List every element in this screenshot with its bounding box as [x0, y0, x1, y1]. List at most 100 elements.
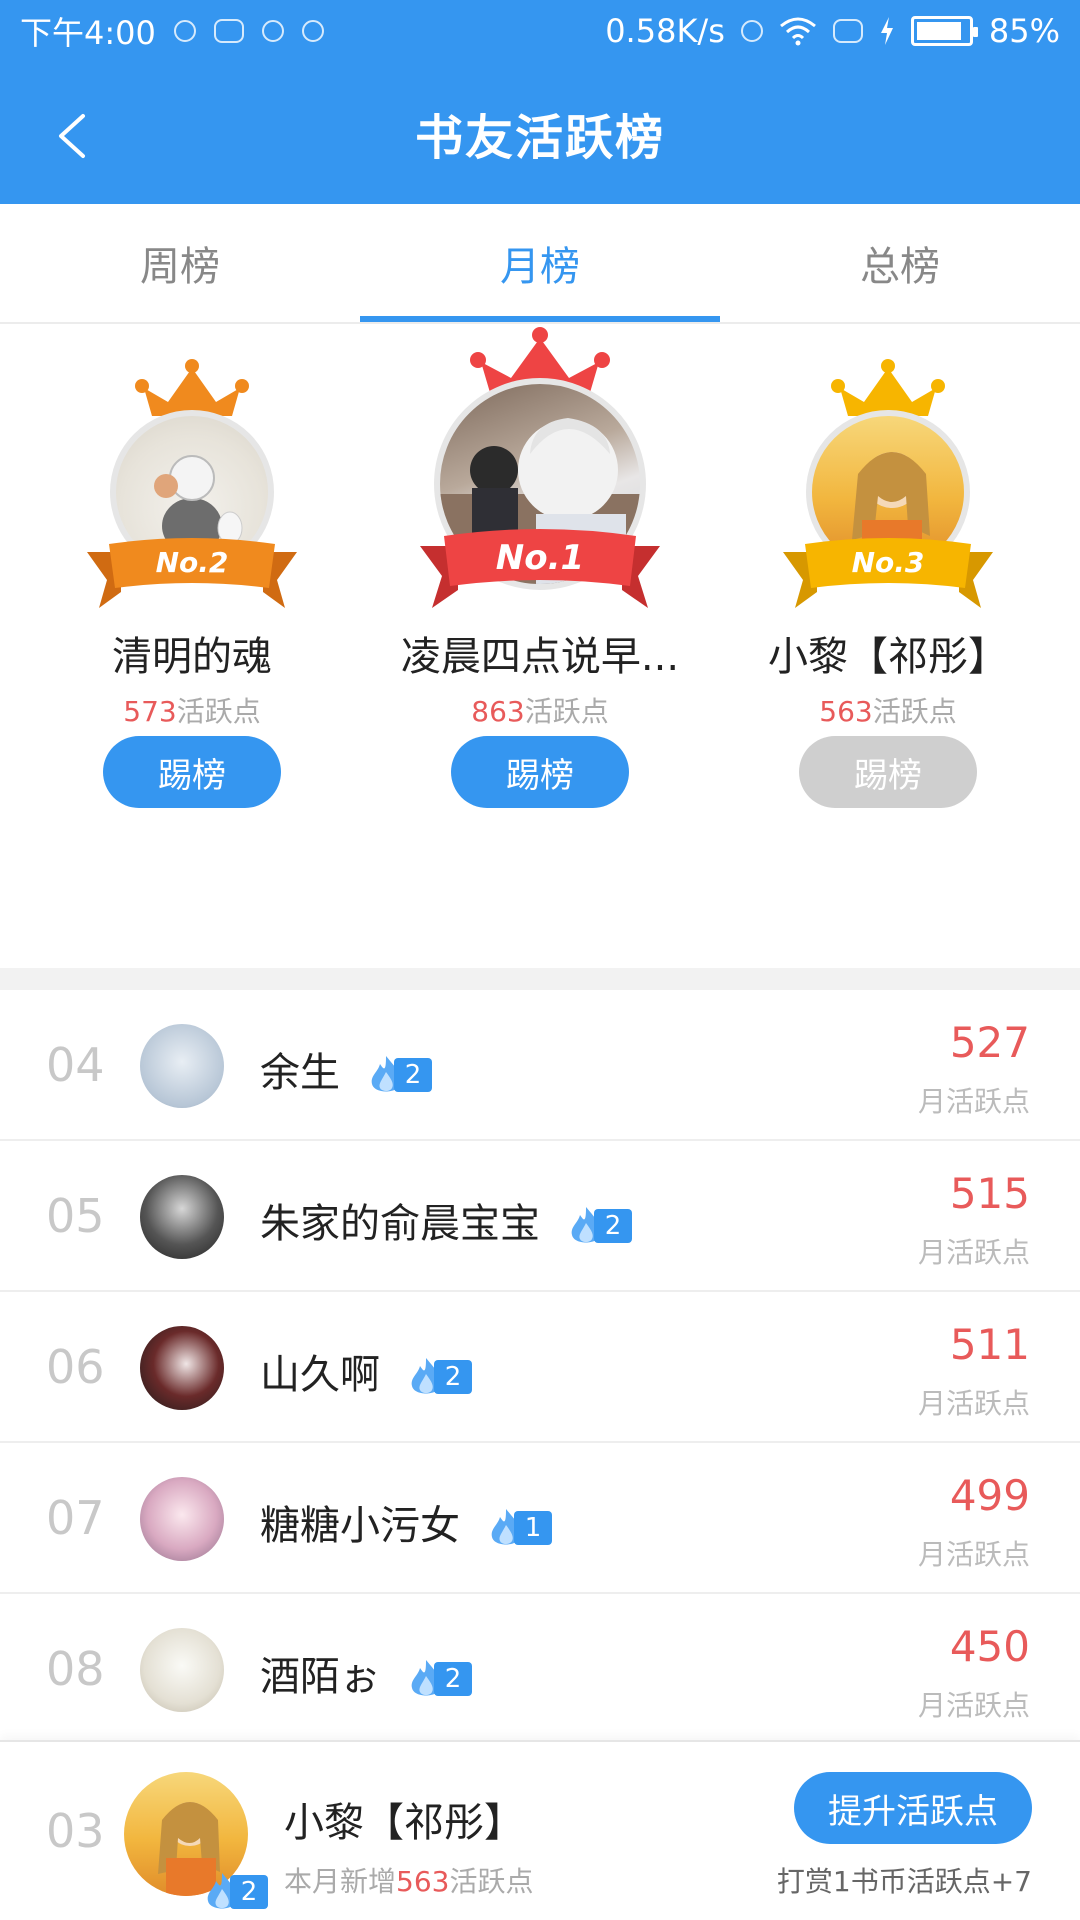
podium-points: 863活跃点 [390, 690, 690, 730]
rank-number: 05 [46, 1189, 105, 1243]
list-item[interactable]: 08 酒陌ぉ 2 450 月活跃点 [0, 1594, 1080, 1745]
section-divider [0, 968, 1080, 990]
level-number: 2 [230, 1875, 268, 1909]
rank-label: No.3 [851, 546, 925, 579]
no-sim-icon [832, 19, 863, 43]
kick-button-disabled[interactable]: 踢榜 [799, 736, 977, 808]
avatar[interactable] [140, 1024, 224, 1108]
user-name: 酒陌ぉ [260, 1654, 380, 1700]
points-suffix: 活跃点 [449, 1865, 534, 1898]
points-unit: 活跃点 [872, 695, 957, 728]
list-item[interactable]: 05 朱家的俞晨宝宝 2 515 月活跃点 [0, 1141, 1080, 1292]
back-button[interactable] [42, 106, 102, 166]
user-name: 糖糖小污女 [260, 1503, 460, 1549]
rank-number: 04 [46, 1038, 105, 1092]
list-item[interactable]: 07 糖糖小污女 1 499 月活跃点 [0, 1443, 1080, 1594]
level-badge: 1 [486, 1508, 552, 1548]
notification-icon [173, 20, 196, 42]
podium-name: 小黎【祁彤】 [768, 634, 1008, 680]
points-unit: 活跃点 [176, 695, 261, 728]
browser-icon [261, 20, 284, 42]
reward-tip: 打赏1书币活跃点+7 [776, 1865, 1032, 1898]
status-bar: 下午4:00 0.58K/s 85% [0, 0, 1080, 62]
level-badge: 2 [566, 1206, 632, 1246]
page-title: 书友活跃榜 [414, 110, 665, 166]
avatar[interactable] [140, 1477, 224, 1561]
podium-points: 573活跃点 [42, 690, 342, 730]
ranking-list: 04 余生 2 527 月活跃点 05 朱家的俞晨宝宝 2 515 月活跃点 0… [0, 990, 1080, 1745]
score-unit: 月活跃点 [917, 1689, 1030, 1722]
top-three-podium: No.2 清明的魂 573活跃点 踢榜 No.1 凌晨四点说早... 863活跃… [0, 326, 1080, 968]
podium-second: No.2 清明的魂 573活跃点 踢榜 [42, 326, 342, 968]
my-rank-number: 03 [46, 1804, 105, 1858]
score-unit: 月活跃点 [917, 1538, 1030, 1571]
level-number: 1 [514, 1511, 552, 1545]
level-number: 2 [434, 1360, 472, 1394]
score-unit: 月活跃点 [917, 1085, 1030, 1118]
tab-monthly[interactable]: 月榜 [360, 204, 720, 322]
my-name: 小黎【祁彤】 [284, 1800, 524, 1846]
score-unit: 月活跃点 [917, 1387, 1030, 1420]
tab-total[interactable]: 总榜 [720, 204, 1080, 322]
battery-icon [910, 16, 978, 46]
my-level-badge: 2 [202, 1872, 268, 1912]
podium-third: No.3 小黎【祁彤】 563活跃点 踢榜 [738, 326, 1038, 968]
app-notify-icon [301, 20, 324, 42]
user-name-row: 糖糖小污女 1 [260, 1493, 552, 1551]
rank-label: No.2 [155, 546, 229, 579]
user-name: 朱家的俞晨宝宝 [260, 1201, 540, 1247]
points-value: 563 [396, 1865, 450, 1898]
score-unit: 月活跃点 [917, 1236, 1030, 1269]
user-name: 余生 [260, 1050, 340, 1096]
my-rank-bar: 03 2 小黎【祁彤】 本月新增563活跃点 提升活跃点 打赏1书币活跃点+7 [0, 1740, 1080, 1920]
rank-number: 06 [46, 1340, 105, 1394]
user-name-row: 朱家的俞晨宝宝 2 [260, 1191, 632, 1249]
avatar[interactable] [140, 1326, 224, 1410]
podium-name: 清明的魂 [112, 634, 272, 680]
points-prefix: 本月新增 [284, 1865, 397, 1898]
rank-number: 08 [46, 1642, 105, 1696]
avatar[interactable] [140, 1628, 224, 1712]
level-badge: 2 [406, 1357, 472, 1397]
battery-level: 85% [988, 12, 1060, 50]
crown-icon [135, 359, 249, 416]
podium-points: 563活跃点 [738, 690, 1038, 730]
user-name-row: 山久啊 2 [260, 1342, 472, 1400]
score: 527 [949, 1018, 1030, 1067]
user-name-row: 余生 2 [260, 1040, 432, 1098]
wechat-icon [213, 19, 244, 43]
podium-first: No.1 凌晨四点说早... 863活跃点 踢榜 [390, 326, 690, 968]
wifi-icon [779, 17, 816, 46]
rank-label: No.1 [495, 538, 585, 578]
ranking-tabs: 周榜 月榜 总榜 [0, 204, 1080, 324]
tab-weekly[interactable]: 周榜 [0, 204, 360, 322]
points-unit: 活跃点 [524, 695, 609, 728]
user-name-row: 酒陌ぉ 2 [260, 1644, 472, 1702]
crown-icon [831, 359, 945, 416]
app-bar: 下午4:00 0.58K/s 85% 书友活跃榜 [0, 0, 1080, 204]
score: 511 [949, 1320, 1030, 1369]
list-item[interactable]: 06 山久啊 2 511 月活跃点 [0, 1292, 1080, 1443]
level-number: 2 [434, 1662, 472, 1696]
list-item[interactable]: 04 余生 2 527 月活跃点 [0, 990, 1080, 1141]
kick-button[interactable]: 踢榜 [451, 736, 629, 808]
avatar[interactable] [140, 1175, 224, 1259]
points-value: 573 [123, 695, 177, 728]
charging-icon [880, 17, 893, 45]
kick-button[interactable]: 踢榜 [103, 736, 281, 808]
level-badge: 2 [366, 1055, 432, 1095]
score: 515 [949, 1169, 1030, 1218]
user-name: 山久啊 [260, 1352, 380, 1398]
level-number: 2 [594, 1209, 632, 1243]
points-value: 863 [471, 695, 525, 728]
chevron-left-icon [59, 114, 85, 158]
my-monthly-points: 本月新增563活跃点 [284, 1860, 533, 1900]
level-badge: 2 [406, 1659, 472, 1699]
points-value: 563 [819, 695, 873, 728]
boost-activity-button[interactable]: 提升活跃点 [794, 1772, 1032, 1844]
network-speed: 0.58K/s [605, 12, 725, 50]
status-time: 下午4:00 [20, 14, 156, 52]
alarm-icon [740, 20, 763, 42]
score: 450 [949, 1622, 1030, 1671]
header: 书友活跃榜 [0, 62, 1080, 204]
